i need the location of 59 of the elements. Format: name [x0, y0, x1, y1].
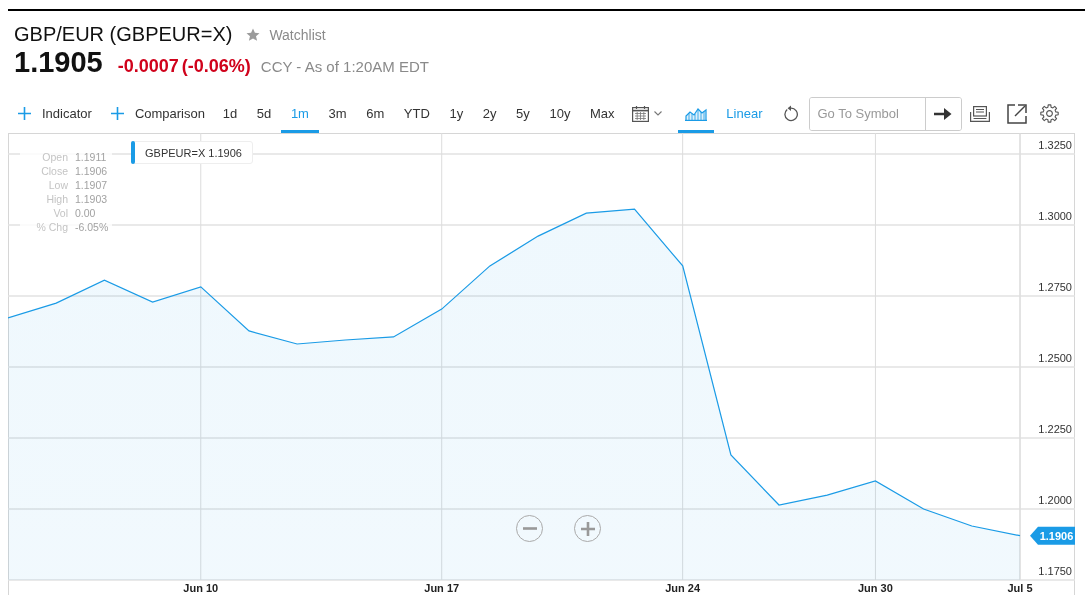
price-change: -0.0007: [117, 56, 179, 77]
x-axis-label: Jun 10: [183, 582, 219, 594]
plus-icon: [110, 107, 124, 120]
range-tab[interactable]: 10y: [539, 94, 581, 133]
plus-icon: [580, 521, 595, 536]
last-price-tag: 1.1906: [1030, 526, 1075, 545]
x-axis-label: Jun 17: [424, 582, 460, 594]
market-note: CCY - As of 1:20AM EDT: [260, 58, 429, 75]
series-swatch-icon: [131, 141, 135, 164]
price-value: 1.1905: [14, 46, 103, 78]
ohlc-value: 1.1911: [75, 150, 108, 164]
range-tab[interactable]: 5y: [506, 94, 540, 133]
ohlc-value: 1.1906: [75, 164, 109, 178]
area-chart-icon: [685, 106, 708, 121]
legend-label: GBPEUR=X 1.1906: [144, 145, 243, 161]
external-link-icon: [1006, 103, 1027, 124]
range-tab[interactable]: 1d: [212, 94, 248, 133]
range-tab[interactable]: 1y: [439, 94, 473, 133]
x-axis-label: Jun 30: [858, 582, 893, 594]
y-axis-label: 1.1750: [1038, 565, 1072, 577]
y-axis-label: 1.2250: [1038, 423, 1072, 435]
settings-icon: [1039, 104, 1059, 123]
range-tab[interactable]: YTD: [394, 94, 440, 133]
caret-icon: [654, 111, 663, 116]
add-button[interactable]: Indicator: [18, 94, 92, 133]
y-axis-label: 1.3250: [1038, 139, 1072, 151]
right-arrow-icon: [934, 106, 952, 121]
ohlc-value: 1.1903: [75, 192, 109, 206]
ohlc-label: Open: [41, 150, 68, 164]
x-axis-label: Jul 5: [1007, 582, 1033, 594]
range-tab[interactable]: 5d: [247, 94, 282, 133]
reset-icon: [782, 105, 799, 122]
range-tab[interactable]: 2y: [473, 94, 507, 133]
ohlc-label: Close: [40, 164, 68, 178]
range-tab[interactable]: Max: [580, 94, 625, 133]
ohlc-label: % Chg: [35, 220, 68, 234]
percent-change: (-0.06%): [181, 56, 251, 77]
quote-title: GBP/EUR (GBPEUR=X): [14, 22, 233, 46]
symbol-search-box[interactable]: Go To Symbol: [808, 96, 962, 131]
y-axis-label: 1.2000: [1038, 494, 1072, 506]
add-button[interactable]: Comparison: [110, 94, 205, 133]
print-icon: [969, 105, 990, 122]
minus-icon: [522, 527, 537, 530]
range-tab[interactable]: 3m: [318, 94, 357, 133]
watchlist-button[interactable]: Watchlist: [246, 27, 326, 43]
star-icon: [246, 28, 261, 42]
ohlc-label: High: [45, 192, 68, 206]
range-tab[interactable]: 6m: [356, 94, 395, 133]
go-button[interactable]: [924, 97, 961, 130]
plus-icon: [18, 107, 31, 120]
y-axis-label: 1.3000: [1038, 210, 1072, 222]
y-axis-label: 1.2500: [1038, 352, 1072, 364]
ohlc-value: 1.1907: [75, 178, 109, 192]
y-axis-label: 1.2750: [1038, 281, 1072, 293]
ohlc-label: Low: [47, 178, 68, 192]
ohlc-value: 0.00: [75, 206, 97, 220]
x-axis-label: Jun 24: [665, 582, 701, 594]
ohlc-value: -6.05%: [75, 220, 109, 234]
calendar-icon: [632, 105, 650, 122]
